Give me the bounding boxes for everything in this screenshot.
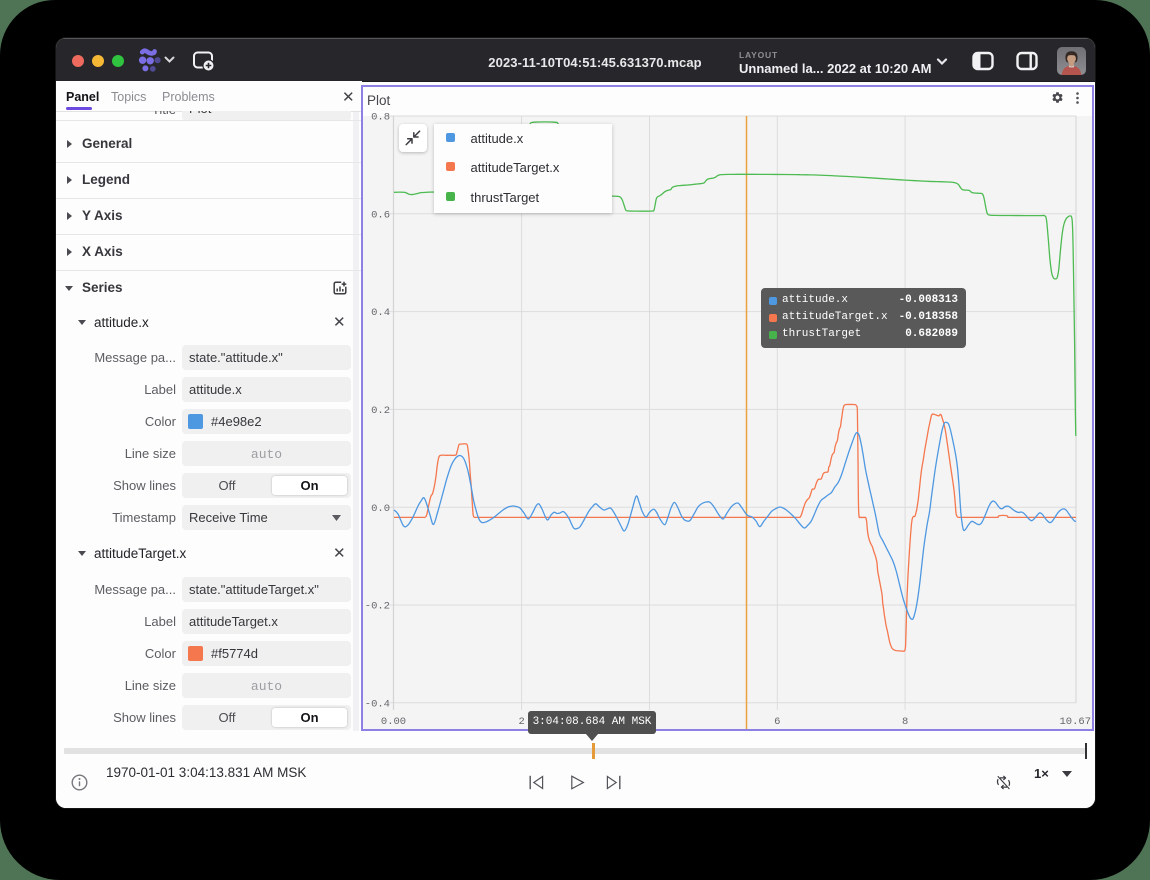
svg-text:0.8: 0.8: [371, 112, 390, 124]
svg-text:0.00: 0.00: [381, 716, 406, 728]
svg-text:0.4: 0.4: [371, 307, 390, 319]
svg-text:-0.4: -0.4: [365, 698, 390, 710]
svg-text:-0.2: -0.2: [365, 601, 390, 613]
svg-text:6: 6: [774, 716, 780, 728]
svg-text:2: 2: [518, 716, 524, 728]
svg-text:0.2: 0.2: [371, 405, 390, 417]
svg-text:0.0: 0.0: [371, 503, 390, 515]
svg-text:8: 8: [902, 716, 908, 728]
svg-text:10.67: 10.67: [1059, 716, 1091, 728]
svg-text:0.6: 0.6: [371, 209, 390, 221]
